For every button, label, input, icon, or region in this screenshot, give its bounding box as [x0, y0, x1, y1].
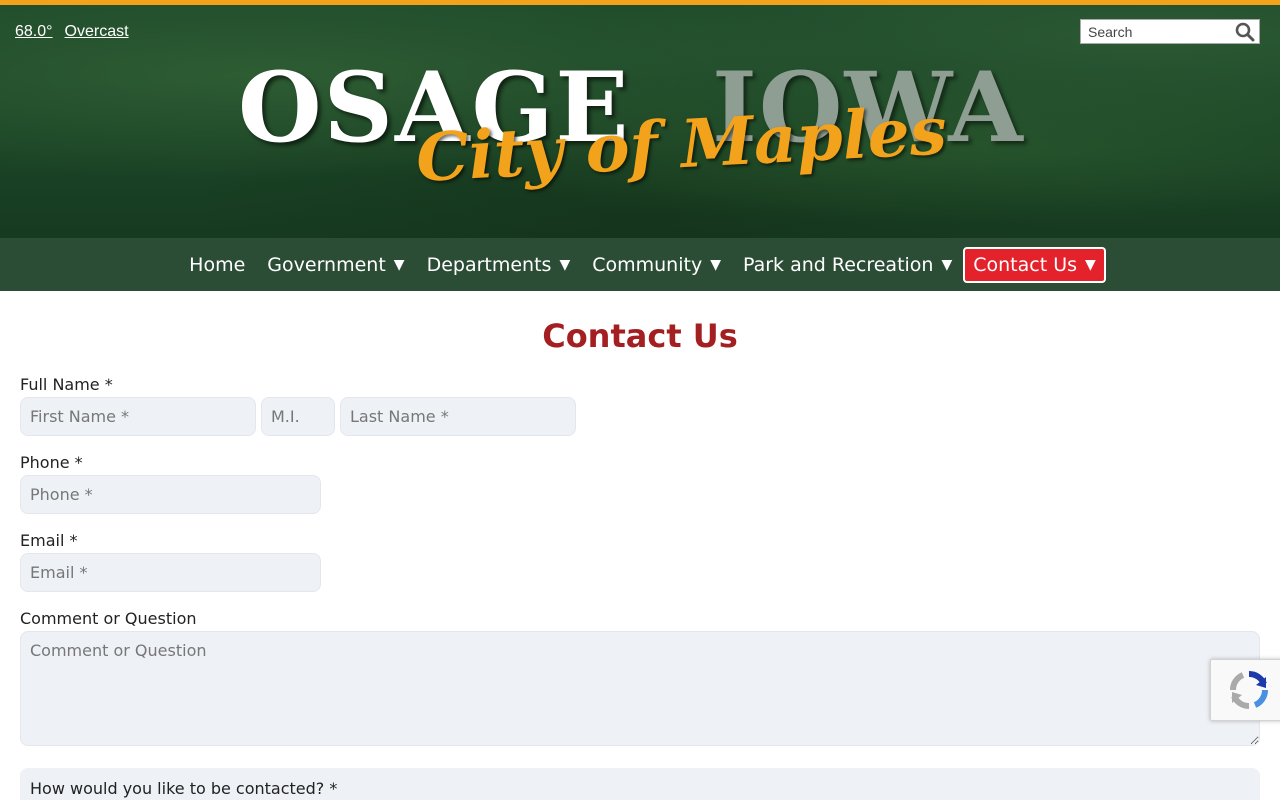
- email-input[interactable]: [20, 553, 321, 592]
- email-label: Email *: [20, 531, 78, 550]
- page-title: Contact Us: [542, 317, 738, 355]
- caret-down-icon: ▼: [1085, 256, 1096, 273]
- full-name-label: Full Name *: [20, 375, 113, 394]
- nav-item-contact-us[interactable]: Contact Us ▼: [963, 246, 1106, 283]
- comment-textarea[interactable]: [20, 631, 1260, 746]
- contact-method-group: How would you like to be contacted? *: [20, 768, 1260, 800]
- contact-method-label: How would you like to be contacted? *: [30, 779, 338, 798]
- middle-initial-input[interactable]: [261, 397, 335, 436]
- caret-down-icon: ▼: [710, 256, 721, 273]
- nav-item-label: Contact Us: [973, 253, 1078, 276]
- site-banner: 68.0° Overcast OSAGE IOWA City of Maples: [0, 5, 1280, 238]
- nav-item-label: Community: [592, 253, 703, 276]
- phone-input[interactable]: [20, 475, 321, 514]
- main-content: Contact Us Full Name * Phone * Email * C…: [0, 291, 1280, 800]
- search-button[interactable]: [1231, 20, 1259, 44]
- nav-item-government[interactable]: Government ▼: [256, 247, 415, 283]
- nav-item-label: Departments: [426, 253, 552, 276]
- comment-label: Comment or Question: [20, 609, 197, 628]
- recaptcha-logo-icon: [1229, 670, 1268, 710]
- nav-list: Home Government ▼ Departments ▼ Communit…: [178, 246, 1106, 283]
- nav-item-label: Park and Recreation: [742, 253, 934, 276]
- phone-label: Phone *: [20, 453, 83, 472]
- caret-down-icon: ▼: [393, 256, 405, 273]
- last-name-input[interactable]: [340, 397, 576, 436]
- caret-down-icon: ▼: [941, 256, 953, 273]
- nav-item-park-and-recreation[interactable]: Park and Recreation ▼: [732, 247, 963, 283]
- nav-item-community[interactable]: Community ▼: [581, 247, 732, 283]
- nav-item-departments[interactable]: Departments ▼: [416, 247, 582, 283]
- main-navigation: Home Government ▼ Departments ▼ Communit…: [0, 238, 1280, 291]
- caret-down-icon: ▼: [559, 256, 571, 273]
- nav-item-label: Government: [267, 253, 386, 276]
- first-name-input[interactable]: [20, 397, 256, 436]
- nav-item-home[interactable]: Home: [178, 247, 256, 283]
- search-input[interactable]: [1081, 20, 1231, 43]
- nav-item-label: Home: [189, 253, 246, 276]
- search-form: [1080, 19, 1260, 44]
- magnifier-icon: [1235, 22, 1255, 41]
- recaptcha-badge[interactable]: [1210, 659, 1280, 721]
